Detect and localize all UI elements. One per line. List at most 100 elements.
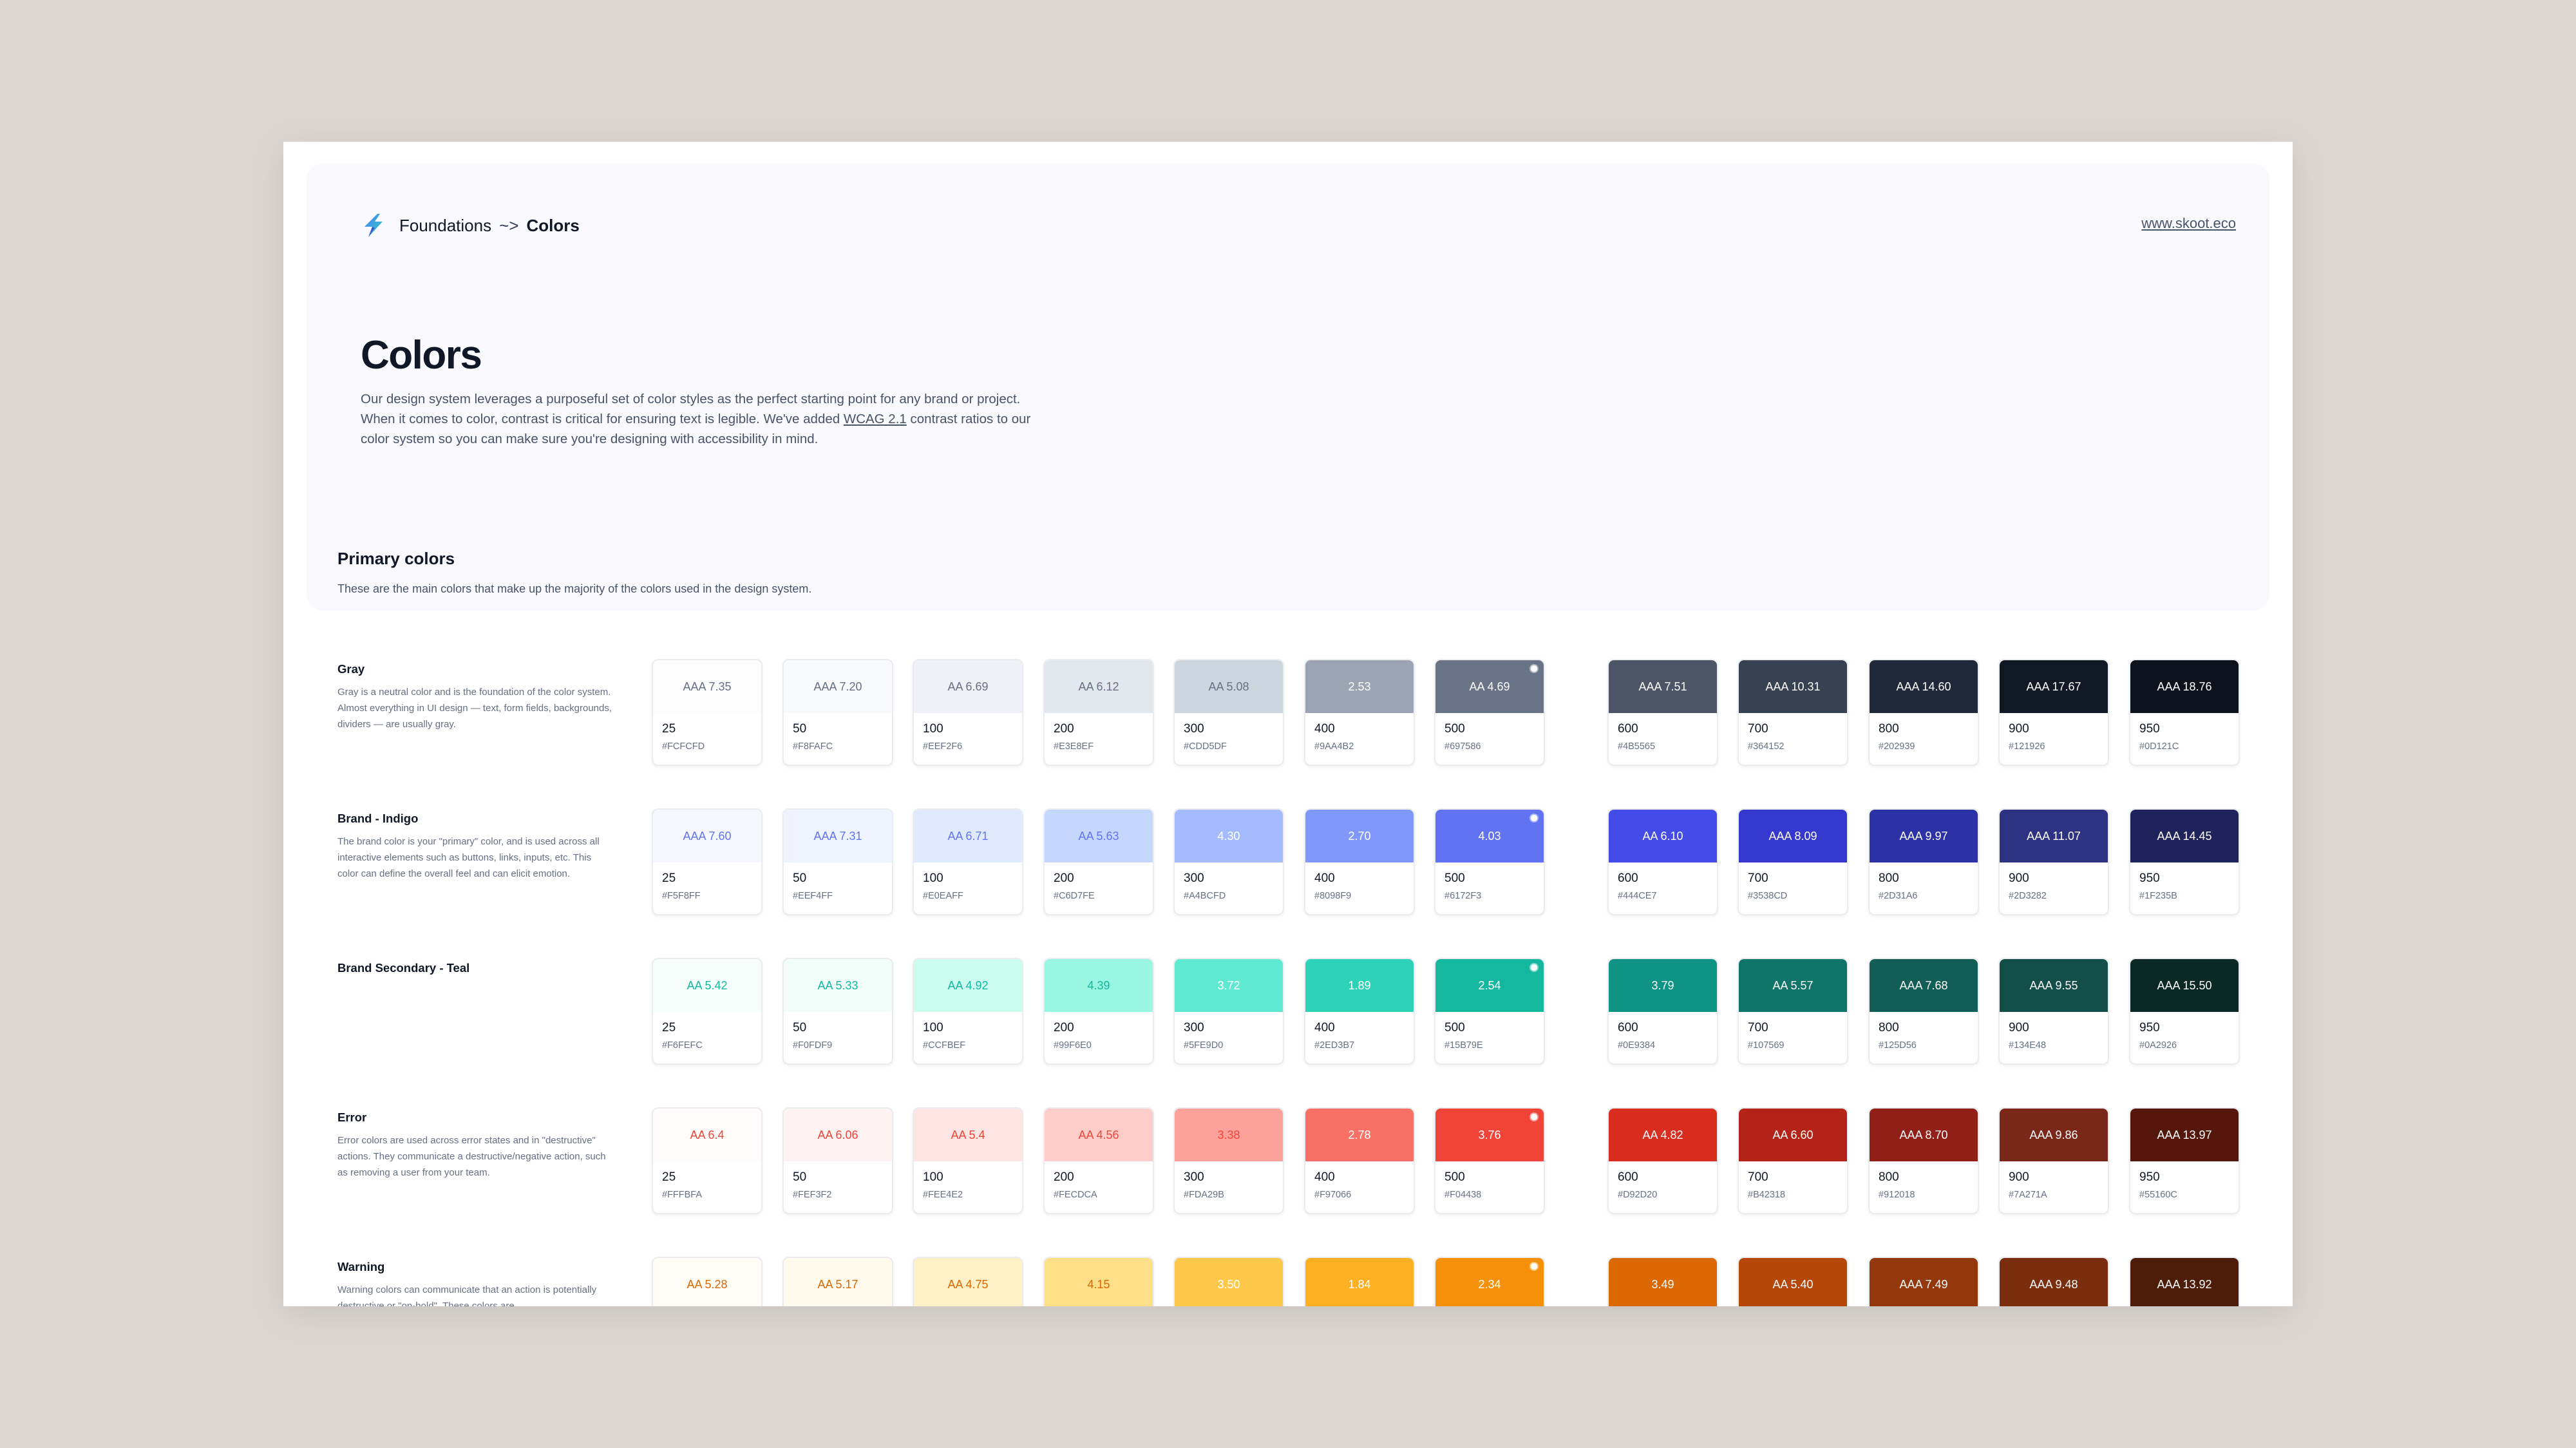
color-swatch[interactable]: 2.78 400 #F97066 [1304,1107,1415,1214]
color-swatch[interactable]: AA 6.71 100 #E0EAFF [913,808,1023,915]
color-swatch[interactable]: 2.54 500 #15B79E [1434,958,1545,1065]
swatch-chip-contrast: AA 5.33 [784,959,892,1012]
swatch-hex: #4B5565 [1618,741,1656,752]
swatch-step: 800 [1879,1170,1899,1184]
color-swatch[interactable]: 2.53 400 #9AA4B2 [1304,659,1415,766]
swatch-chip-contrast: AA 4.82 [1609,1109,1717,1161]
swatch-step: 200 [1054,722,1074,736]
swatch-hex: #444CE7 [1618,891,1657,901]
color-swatch[interactable]: AAA 14.45 950 #1F235B [2129,808,2240,915]
color-swatch[interactable]: AAA 8.09 700 #3538CD [1738,808,1848,915]
color-swatch[interactable]: 3.49600#DC6803 [1607,1257,1718,1306]
swatch-hex: #F0FDF9 [793,1040,833,1051]
swatch-chip-contrast: AA 5.28 [653,1258,761,1306]
color-swatch[interactable]: 3.72 300 #5FE9D0 [1173,958,1284,1065]
swatch-step: 500 [1444,1170,1465,1184]
swatch-step: 300 [1184,1021,1204,1034]
color-swatch[interactable]: AAA 15.50 950 #0A2926 [2129,958,2240,1065]
color-swatch[interactable]: AAA 7.20 50 #F8FAFC [782,659,893,766]
color-swatch[interactable]: 4.39 200 #99F6E0 [1043,958,1154,1065]
color-swatch[interactable]: AAA 14.60 800 #202939 [1868,659,1979,766]
color-swatch[interactable]: AA 6.4 25 #FFFBFA [652,1107,762,1214]
swatch-hex: #FECDCA [1054,1190,1097,1200]
swatch-step: 700 [1748,1170,1768,1184]
color-swatch[interactable]: AAA 8.70 800 #912018 [1868,1107,1979,1214]
color-swatch[interactable]: AAA 7.51 600 #4B5565 [1607,659,1718,766]
color-swatch[interactable]: 3.76 500 #F04438 [1434,1107,1545,1214]
color-swatch[interactable]: AA 4.56 200 #FECDCA [1043,1107,1154,1214]
color-swatch[interactable]: AAA 9.55 900 #134E48 [1998,958,2109,1065]
color-swatch[interactable]: 4.15200#FEDF89 [1043,1257,1154,1306]
swatch-chip-contrast: AAA 9.48 [2000,1258,2108,1306]
color-swatch[interactable]: 2.34500#F79009 [1434,1257,1545,1306]
swatch-hex: #2D31A6 [1879,891,1918,901]
color-swatch[interactable]: 3.79 600 #0E9384 [1607,958,1718,1065]
color-swatch[interactable]: AA 6.10 600 #444CE7 [1607,808,1718,915]
color-swatch[interactable]: AA 5.63 200 #C6D7FE [1043,808,1154,915]
wcag-link[interactable]: WCAG 2.1 [844,412,907,426]
website-link[interactable]: www.skoot.eco [2141,215,2236,232]
color-swatch[interactable]: AAA 9.48900#7A2E0E [1998,1257,2109,1306]
color-swatch[interactable]: AAA 7.31 50 #EEF4FF [782,808,893,915]
color-swatch[interactable]: AAA 7.49800#93370D [1868,1257,1979,1306]
color-swatch[interactable]: AAA 7.60 25 #F5F8FF [652,808,762,915]
swatch-row: AA 6.4 25 #FFFBFA AA 6.06 50 #FEF3F2 AA 5.4 100… [652,1107,2262,1217]
color-swatch[interactable]: 2.70 400 #8098F9 [1304,808,1415,915]
swatch-chip-contrast: AAA 11.07 [2000,810,2108,862]
breadcrumb: Foundations ~> Colors [361,213,580,238]
swatch-hex: #9AA4B2 [1314,741,1354,752]
swatch-chip-contrast: 3.50 [1175,1258,1283,1306]
breadcrumb-parent[interactable]: Foundations [399,216,491,236]
swatch-hex: #5FE9D0 [1184,1040,1224,1051]
color-swatch[interactable]: AA 4.69 500 #697586 [1434,659,1545,766]
color-swatch[interactable]: AA 5.57 700 #107569 [1738,958,1848,1065]
color-swatch[interactable]: AA 5.2825#FFFCF5 [652,1257,762,1306]
color-swatch[interactable]: AA 6.06 50 #FEF3F2 [782,1107,893,1214]
color-swatch[interactable]: 1.84400#FDB022 [1304,1257,1415,1306]
swatch-chip-contrast: AA 5.4 [914,1109,1022,1161]
color-swatch[interactable]: AAA 7.35 25 #FCFCFD [652,659,762,766]
color-swatch[interactable]: AA 5.1750#FFFAEB [782,1257,893,1306]
color-swatch[interactable]: AAA 17.67 900 #121926 [1998,659,2109,766]
color-swatch[interactable]: AAA 9.97 800 #2D31A6 [1868,808,1979,915]
color-swatch[interactable]: 1.89 400 #2ED3B7 [1304,958,1415,1065]
swatch-step: 100 [923,1021,943,1034]
color-swatch[interactable]: AA 5.40700#B54708 [1738,1257,1848,1306]
color-swatch[interactable]: AA 5.08 300 #CDD5DF [1173,659,1284,766]
color-swatch[interactable]: AAA 9.86 900 #7A271A [1998,1107,2109,1214]
color-swatch[interactable]: AAA 10.31 700 #364152 [1738,659,1848,766]
color-swatch[interactable]: AA 6.12 200 #E3E8EF [1043,659,1154,766]
color-swatch[interactable]: AA 5.33 50 #F0FDF9 [782,958,893,1065]
swatch-chip-contrast: AAA 7.49 [1870,1258,1978,1306]
color-swatch[interactable]: AAA 18.76 950 #0D121C [2129,659,2240,766]
swatch-chip-contrast: 4.30 [1175,810,1283,862]
color-swatch[interactable]: AAA 7.68 800 #125D56 [1868,958,1979,1065]
color-swatch[interactable]: AAA 13.97 950 #55160C [2129,1107,2240,1214]
swatch-step: 200 [1054,1170,1074,1184]
swatch-chip-contrast: AA 4.69 [1435,660,1544,713]
color-swatch[interactable]: AA 5.4 100 #FEE4E2 [913,1107,1023,1214]
color-swatch[interactable]: AA 4.75100#FEF0C7 [913,1257,1023,1306]
swatch-hex: #B42318 [1748,1190,1786,1200]
swatch-chip-contrast: 2.53 [1305,660,1414,713]
color-swatch[interactable]: 3.50300#FEC84B [1173,1257,1284,1306]
color-swatch[interactable]: AA 4.82 600 #D92D20 [1607,1107,1718,1214]
color-swatch[interactable]: AA 5.42 25 #F6FEFC [652,958,762,1065]
family-label: Warning Warning colors can communicate th… [337,1260,614,1306]
color-swatch[interactable]: AA 4.92 100 #CCFBEF [913,958,1023,1065]
color-swatch[interactable]: AAA 13.92950#4E1D09 [2129,1257,2240,1306]
swatch-step: 500 [1444,872,1465,885]
color-swatch[interactable]: AAA 11.07 900 #2D3282 [1998,808,2109,915]
color-swatch[interactable]: AA 6.69 100 #EEF2F6 [913,659,1023,766]
swatch-hex: #FCFCFD [662,741,705,752]
color-swatch[interactable]: 4.03 500 #6172F3 [1434,808,1545,915]
color-swatch[interactable]: AA 6.60 700 #B42318 [1738,1107,1848,1214]
swatch-chip-contrast: 2.78 [1305,1109,1414,1161]
color-swatch[interactable]: 3.38 300 #FDA29B [1173,1107,1284,1214]
color-swatch[interactable]: 4.30 300 #A4BCFD [1173,808,1284,915]
swatch-hex: #0A2926 [2139,1040,2177,1051]
swatch-step: 25 [662,872,676,885]
swatch-chip-contrast: AA 4.56 [1045,1109,1153,1161]
swatch-hex: #EEF4FF [793,891,833,901]
swatch-hex: #C6D7FE [1054,891,1095,901]
